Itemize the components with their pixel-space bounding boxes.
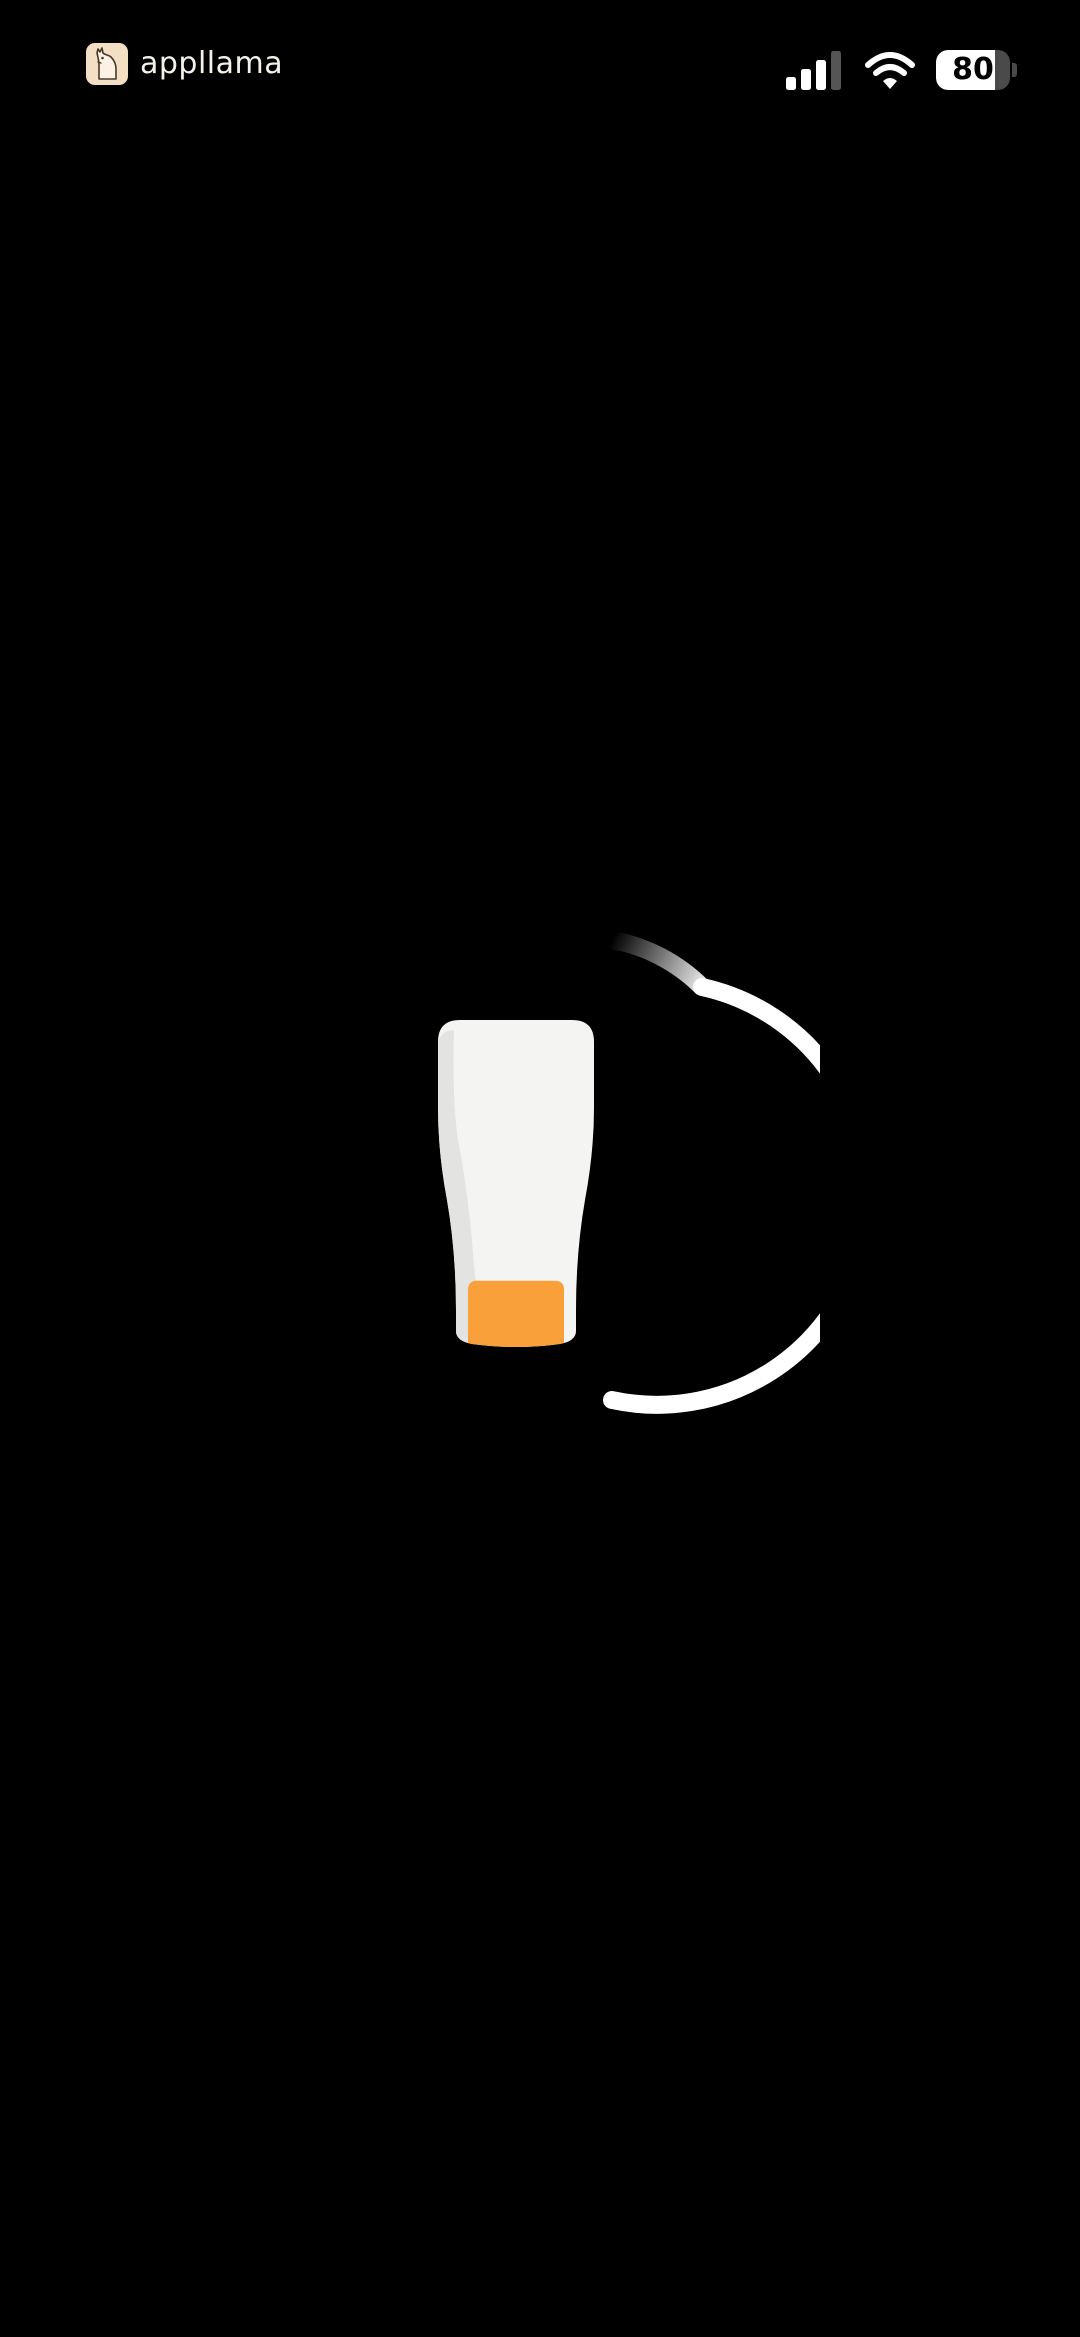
spinner-arc-fade	[610, 931, 709, 994]
llama-logo-icon	[86, 43, 128, 85]
status-bar: appllama 80	[0, 0, 1080, 140]
wifi-icon	[865, 52, 915, 89]
loading-spinner-arc	[603, 931, 820, 1414]
loader-graphic	[438, 931, 820, 1414]
spinner-arc-solid	[603, 978, 820, 1414]
battery-cap	[1012, 63, 1017, 77]
appllama-brand-text: appllama	[140, 46, 284, 81]
loading-indicator	[380, 880, 820, 1440]
appllama-watermark: appllama	[86, 42, 283, 86]
battery-body: 80	[936, 50, 1010, 90]
cellular-signal-icon	[786, 51, 841, 90]
battery-percentage: 80	[952, 52, 994, 87]
glass-liquid	[468, 1280, 564, 1347]
battery-indicator: 80	[936, 50, 1018, 92]
status-icons: 80	[786, 48, 1018, 94]
beer-glass-icon	[438, 1020, 594, 1347]
